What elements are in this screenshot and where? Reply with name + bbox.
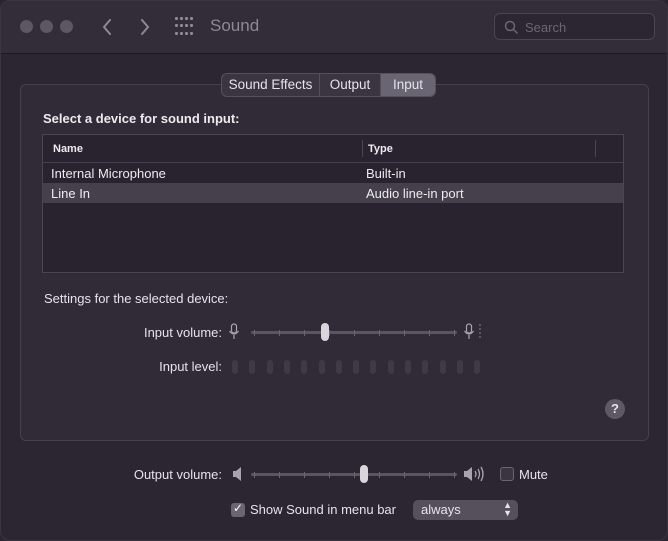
device-type: Built-in (366, 166, 406, 181)
question-mark-icon: ? (611, 401, 619, 416)
slider-tick (304, 472, 305, 478)
level-segment (387, 360, 394, 374)
slider-tick (429, 472, 430, 478)
search-icon (504, 20, 518, 34)
search-field[interactable]: Search (494, 13, 655, 40)
level-segment (318, 360, 325, 374)
column-header-name[interactable]: Name (53, 143, 83, 155)
level-segment (456, 360, 463, 374)
slider-tick (454, 472, 455, 478)
settings-label: Settings for the selected device: (44, 291, 229, 306)
chevron-left-icon (102, 19, 111, 35)
title-bar: Sound Search (1, 1, 667, 54)
slider-knob[interactable] (321, 323, 329, 341)
level-segment (335, 360, 342, 374)
tab-output[interactable]: Output (320, 74, 381, 96)
tab-sound-effects[interactable]: Sound Effects (222, 74, 320, 96)
select-value: always (421, 502, 461, 517)
input-level-label: Input level: (159, 359, 222, 374)
slider-tick (279, 330, 280, 336)
sound-preferences-window: Sound Search Sound Effects Output Input … (0, 0, 668, 541)
zoom-window-button[interactable] (60, 20, 73, 33)
menubar-visibility-select[interactable]: always ▲ ▼ (413, 500, 518, 520)
close-window-button[interactable] (20, 20, 33, 33)
slider-tick (404, 330, 405, 336)
slider-tick (329, 330, 330, 336)
table-header: Name Type (43, 135, 623, 163)
microphone-low-icon (229, 323, 239, 339)
slider-tick (254, 472, 255, 478)
level-segment (439, 360, 446, 374)
slider-tick (379, 330, 380, 336)
slider-tick (354, 472, 355, 478)
chevron-right-icon (141, 19, 150, 35)
table-row[interactable]: Internal Microphone Built-in (43, 163, 623, 183)
level-segment (405, 360, 411, 374)
device-list-heading: Select a device for sound input: (43, 111, 240, 126)
level-segment (283, 360, 290, 374)
device-name: Internal Microphone (51, 166, 166, 181)
minimize-window-button[interactable] (40, 20, 53, 33)
slider-knob[interactable] (360, 465, 368, 483)
level-segment (353, 360, 360, 374)
column-header-type[interactable]: Type (368, 143, 393, 155)
slider-tick (304, 330, 305, 336)
help-button[interactable]: ? (605, 399, 625, 419)
slider-tick (379, 472, 380, 478)
slider-tick (404, 472, 405, 478)
show-in-menubar-checkbox[interactable] (231, 501, 245, 517)
slider-tick (429, 330, 430, 336)
slider-tick (454, 330, 455, 336)
show-in-menubar-label: Show Sound in menu bar (250, 502, 396, 517)
input-volume-slider[interactable] (251, 323, 457, 343)
column-divider (595, 140, 596, 157)
input-volume-label: Input volume: (143, 325, 222, 340)
input-device-table[interactable]: Name Type Internal Microphone Built-in L… (42, 134, 624, 273)
level-segment (474, 360, 481, 374)
forward-button[interactable] (133, 14, 157, 40)
device-type: Audio line-in port (366, 186, 464, 201)
table-row-selected[interactable]: Line In Audio line-in port (43, 183, 623, 203)
level-segment (232, 360, 238, 374)
window-title: Sound (210, 16, 260, 35)
microphone-high-icon (464, 323, 481, 340)
back-button[interactable] (95, 14, 119, 40)
device-name: Line In (51, 186, 91, 201)
speaker-low-icon (233, 467, 241, 481)
slider-tick (254, 330, 255, 336)
slider-tick (279, 472, 280, 478)
output-volume-slider[interactable] (251, 465, 457, 485)
mute-checkbox[interactable] (500, 467, 514, 481)
level-segment (266, 360, 273, 374)
show-all-grid-icon[interactable] (175, 17, 195, 37)
slider-tick (354, 330, 355, 336)
tab-input[interactable]: Input (381, 74, 435, 96)
output-volume-label: Output volume: (133, 467, 222, 482)
level-segment (370, 360, 377, 374)
column-divider (362, 140, 363, 157)
search-placeholder: Search (525, 20, 567, 35)
level-segment (422, 360, 429, 374)
mute-label: Mute (519, 467, 548, 482)
level-segment (249, 360, 256, 374)
chevron-updown-icon: ▲ ▼ (503, 500, 512, 518)
level-segment (301, 360, 308, 374)
speaker-high-icon (464, 466, 484, 482)
slider-tick (329, 472, 330, 478)
tab-bar: Sound Effects Output Input (221, 73, 436, 97)
